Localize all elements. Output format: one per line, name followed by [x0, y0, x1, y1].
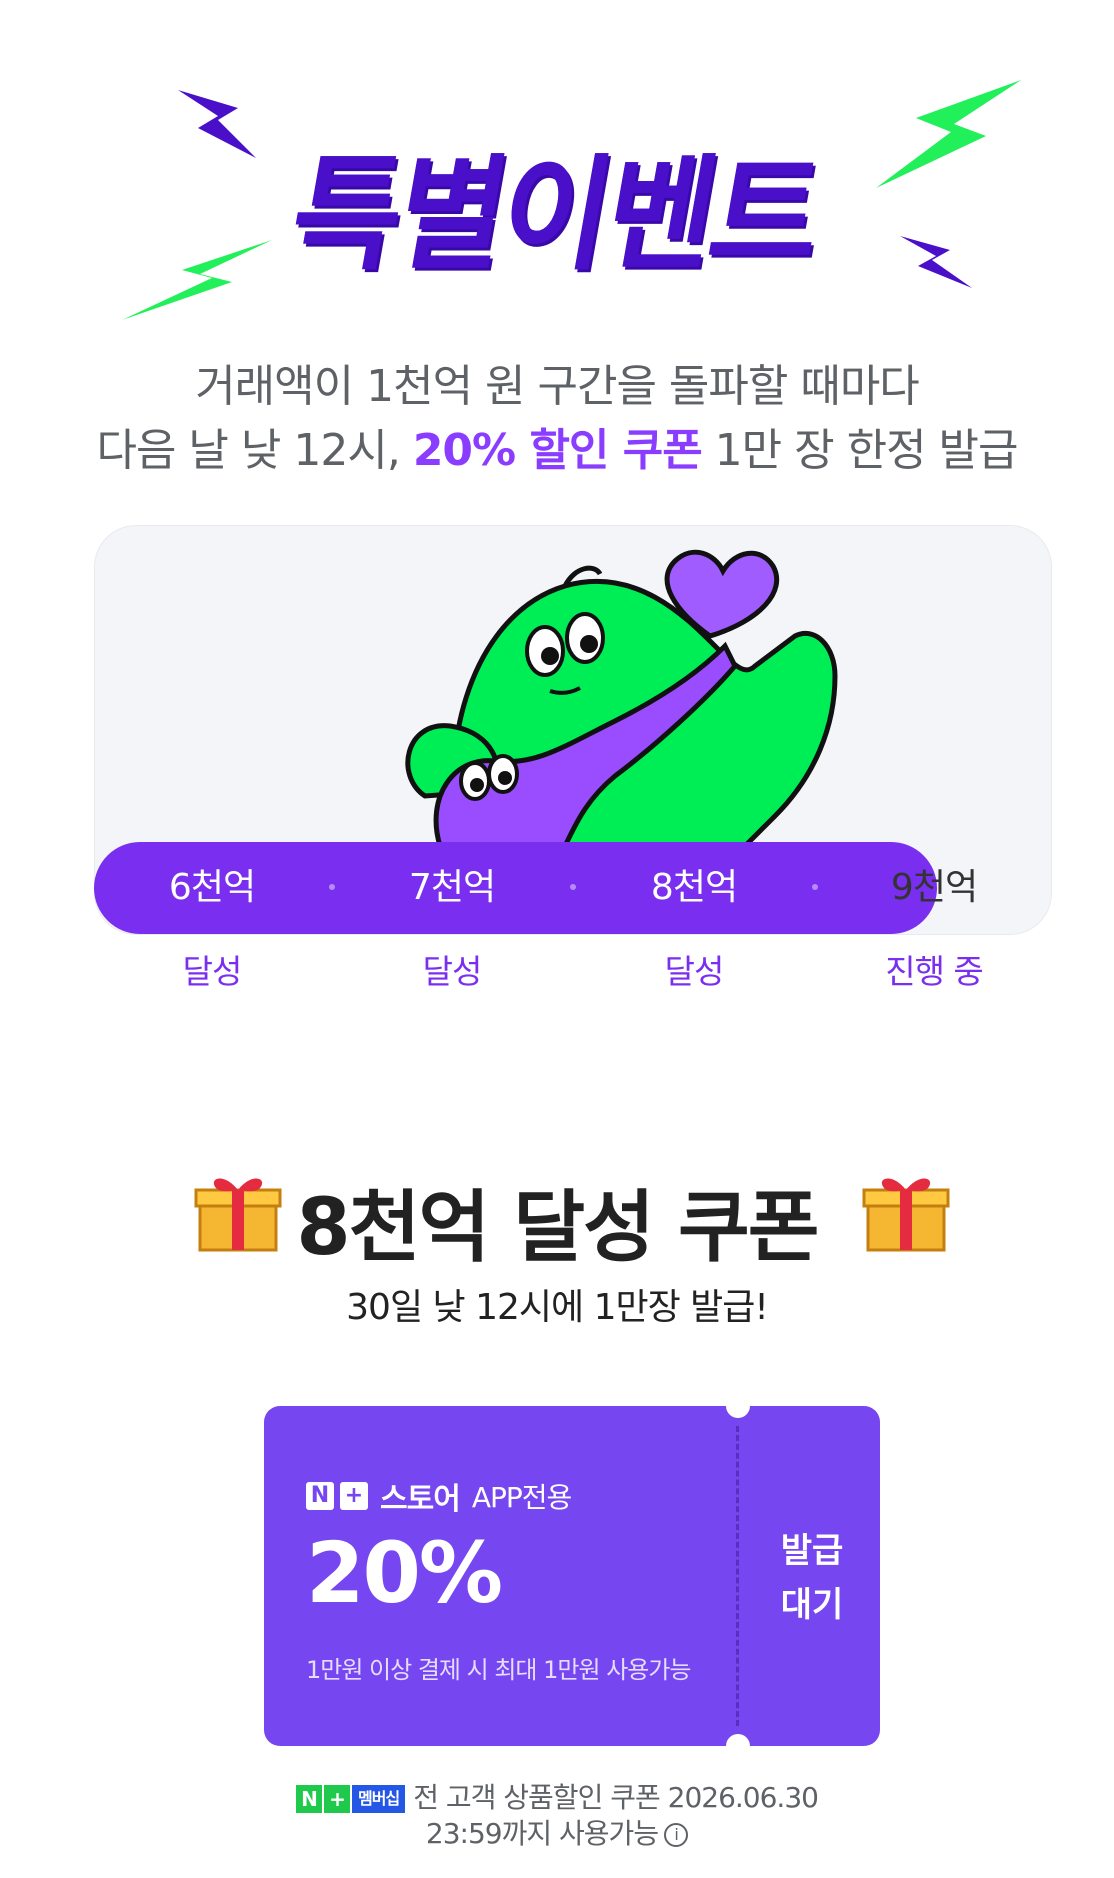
plus-icon: +	[324, 1785, 351, 1813]
event-title: 특별이벤트	[280, 142, 830, 287]
milestone-separator-dot	[812, 884, 818, 890]
subtitle-prefix: 다음 날 낮 12시,	[96, 425, 413, 476]
ticket-notch-bottom	[726, 1734, 750, 1758]
milestone-label: 7천억	[408, 867, 496, 908]
membership-badge-label: 멤버십	[352, 1785, 406, 1813]
membership-note: N + 멤버십 전 고객 상품할인 쿠폰 2026.06.30	[0, 1776, 1114, 1816]
milestone-label: 8천억	[650, 867, 738, 908]
milestone-status: 달성	[182, 952, 243, 991]
subtitle-highlight: 20% 할인 쿠폰	[412, 425, 703, 476]
naver-n-icon: N	[306, 1482, 334, 1510]
ticket-notch-top	[726, 1394, 750, 1418]
coupon-status-line2: 대기	[780, 1585, 844, 1625]
ticket-perforation	[736, 1426, 739, 1726]
plus-icon: +	[340, 1482, 368, 1510]
gift-icon	[862, 1178, 950, 1252]
membership-text-line1: 전 고객 상품할인 쿠폰 2026.06.30	[413, 1781, 819, 1814]
subtitle-suffix: 1만 장 한정 발급	[701, 425, 1019, 476]
event-subtitle-line2: 다음 날 낮 12시, 20% 할인 쿠폰 1만 장 한정 발급	[0, 414, 1114, 478]
milestone-status: 진행 중	[885, 952, 984, 991]
event-subtitle-line1: 거래액이 1천억 원 구간을 돌파할 때마다	[195, 361, 920, 412]
coupon-status-line1: 발급	[780, 1531, 844, 1571]
milestone-label: 9천억	[890, 867, 978, 908]
milestone-status: 달성	[664, 952, 725, 991]
membership-text-line2: 23:59까지 사용가능	[425, 1817, 659, 1850]
coupon-status-button[interactable]: 발급 대기	[744, 1524, 880, 1632]
membership-badge: N + 멤버십	[296, 1785, 406, 1813]
coupon-condition: 1만원 이상 결제 시 최대 1만원 사용가능	[306, 1656, 692, 1684]
coupon-brand: N + 스토어 APP전용	[306, 1474, 572, 1518]
milestone-separator-dot	[570, 884, 576, 890]
naver-n-icon: N	[296, 1785, 323, 1813]
coupon-card[interactable]: N + 스토어 APP전용 20% 1만원 이상 결제 시 최대 1만원 사용가…	[264, 1394, 880, 1758]
membership-note-line2: 23:59까지 사용가능 i	[0, 1812, 1114, 1852]
milestone-separator-dot	[329, 884, 335, 890]
coupon-section-subheading: 30일 낮 12시에 1만장 발급!	[346, 1287, 769, 1328]
brand-store-label: 스토어	[380, 1482, 461, 1517]
coupon-discount-value: 20%	[306, 1524, 503, 1622]
milestone-status: 달성	[422, 952, 483, 991]
milestone-label: 6천억	[168, 867, 256, 908]
brand-app-label: APP전용	[471, 1481, 572, 1514]
info-icon[interactable]: i	[664, 1823, 689, 1847]
